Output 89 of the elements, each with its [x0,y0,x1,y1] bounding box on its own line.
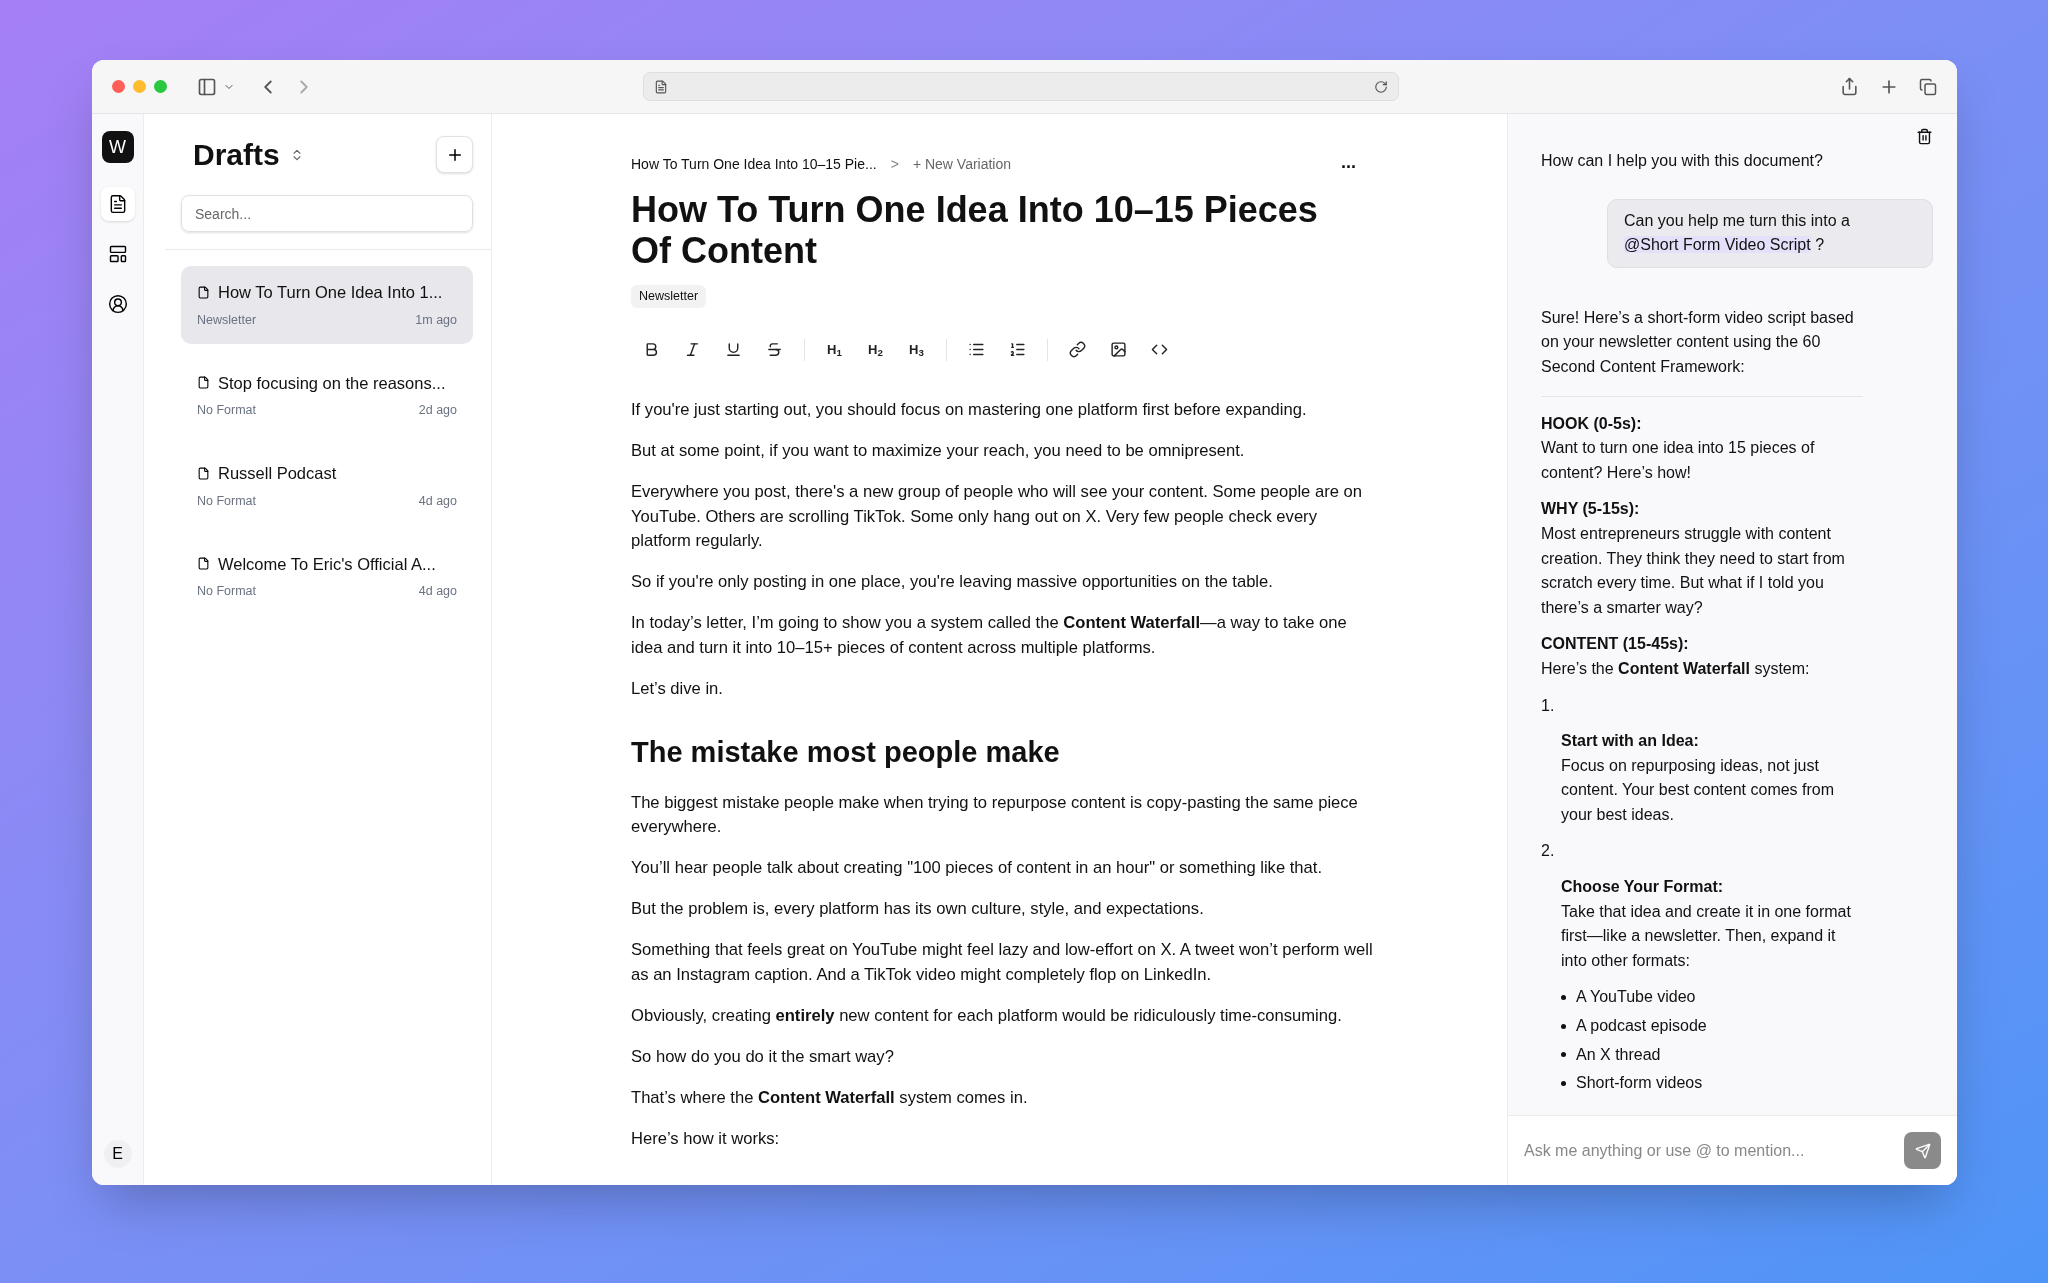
body-paragraph: You’ll hear people talk about creating "100 pieces of content in an hour" or something like that. [631,857,1324,880]
body-paragraph: The biggest mistake people make when trying to repurpose content is copy-pasting the same piece everywhere. [631,791,1359,839]
strikethrough-icon [766,341,783,359]
body-paragraph: Here’s how it works: [631,1128,781,1151]
draft-format: No Format [197,583,257,601]
bullet-item: A podcast episode [1576,1016,1707,1037]
user-circle-icon [107,294,128,314]
body-paragraph: So if you're only posting in one place, you're leaving massive opportunities on the table. [631,571,1274,594]
draft-time: 4d ago [418,583,457,601]
heading-button[interactable]: H$_{2}$ [855,340,896,360]
body-paragraph: But at some point, if you want to maximize your reach, you need to be omnipresent. [631,439,1246,462]
script-section-text: Most entrepreneurs struggle with content creation. They think they need to start from scratch every time. But what if I told you there’s a smarter way? [1541,523,1846,618]
numbered-list-icon [1009,341,1026,359]
step-number: 1. [1541,695,1556,716]
draft-list-item[interactable]: Welcome To Eric's Official A... No Format 4d ago [181,537,473,615]
send-icon [1914,1142,1931,1159]
chat-input[interactable]: Ask me anything or use @ to mention... [1524,1138,1904,1163]
search-field[interactable]: Search... [181,195,473,232]
body-paragraph: In today’s letter, I’m going to show you a system called the Content Waterfall—a way to take one idea and turn it into 10–15+ pieces of content across multiple platforms. [631,612,1348,659]
file-icon [197,557,210,571]
close-window-button[interactable] [112,80,125,93]
assistant-intro: Sure! Here’s a short-form video script based on your newsletter content using the 60 Second Content Framework: [1541,307,1855,377]
body-paragraph: Let’s dive in. [631,678,724,700]
new-variation-link[interactable]: + New Variation [912,154,1012,175]
step-text: Take that idea and create it in one format first—like a newsletter. Then, expand it into other formats: [1561,901,1852,971]
file-icon [197,376,210,390]
sidebar-toggle-icon[interactable] [197,76,217,97]
italic-icon [684,341,701,359]
more-button[interactable]: ... [1341,152,1356,171]
link-icon [1069,341,1086,359]
body-paragraph: But the problem is, every platform has its own culture, style, and expectations. [631,898,1205,921]
draft-title: Welcome To Eric's Official A... [218,553,436,575]
tabs-overview-icon[interactable] [1919,77,1937,96]
delete-icon[interactable] [1916,128,1933,145]
body-paragraph: That’s where the Content Waterfall system comes in. [631,1087,1029,1110]
script-section-heading: HOOK (0-5s): [1541,413,1643,434]
heading-button[interactable]: H$_{1}$ [814,340,855,360]
draft-time: 4d ago [418,492,457,510]
rail-nav-button[interactable] [100,187,135,221]
step-number: 2. [1541,841,1556,862]
draft-title: How To Turn One Idea Into 1... [218,282,443,303]
file-icon [197,285,210,299]
draft-time: 1m ago [415,311,457,329]
send-button[interactable] [1904,1132,1941,1169]
breadcrumb-separator: > [890,155,899,174]
script-section-heading: WHY (5-15s): [1541,499,1641,520]
bullet-item: A YouTube video [1576,987,1696,1008]
format-tag: Newsletter [631,285,707,308]
breadcrumb-link[interactable]: How To Turn One Idea Into 10–15 Pie... [631,154,877,175]
user-message: Can you help me turn this into a @Short Form Video Script ? [1607,198,1933,268]
heading-button[interactable]: H$_{3}$ [896,340,937,360]
body-paragraph: Obviously, creating entirely new content for each platform would be ridiculously time-consuming. [631,1005,1343,1028]
draft-format: No Format [197,492,257,510]
body-paragraph: Everywhere you post, there's a new group of people who will see your content. Some people are on YouTube. Others are scrolling TikTok. Some only hang out on X. Very few people check every platform regularly. [631,480,1363,553]
draft-format: Newsletter [197,311,257,329]
mention-chip: @Short Form Video Script [1624,236,1811,254]
draft-time: 2d ago [418,402,457,420]
body-paragraph: If you're just starting out, you should focus on mastering one platform first before expanding. [631,398,1308,421]
document-title: How To Turn One Idea Into 10–15 Pieces Of Content [631,189,1319,271]
image-icon [1110,341,1127,359]
app-logo: W [101,131,134,163]
draft-title: Stop focusing on the reasons... [218,372,446,394]
step-text: Focus on repurposing ideas, not just content. Your best content comes from your best ideas. [1561,755,1836,825]
script-section-heading: CONTENT (15-45s): [1541,634,1690,655]
bullet-item: Short-form videos [1576,1073,1703,1094]
chat-input-field[interactable]: Ask me anything or use @ to mention... [1508,1115,1957,1185]
underline-icon [725,341,742,359]
assistant-greeting: How can I help you with this document? [1541,151,1824,171]
draft-list-item[interactable]: Russell Podcast No Format 4d ago [181,447,473,525]
layout-icon [107,244,128,264]
step-heading: Start with an Idea: [1561,731,1700,752]
page-icon [654,79,668,94]
draft-list-item[interactable]: How To Turn One Idea Into 1... Newsletter 1m ago [181,266,473,344]
new-draft-button[interactable] [436,136,473,173]
body-paragraph: So how do you do it the smart way? [631,1046,895,1069]
script-section-text: Here’s the Content Waterfall system: [1541,658,1811,679]
drafts-title: Drafts [193,137,280,173]
reload-icon[interactable] [1374,79,1388,94]
section-heading: The mistake most people make [631,735,1061,771]
file-icon [197,466,210,480]
script-section-text: Want to turn one idea into 15 pieces of content? Here’s how! [1541,438,1816,483]
draft-title: Russell Podcast [218,463,337,484]
body-paragraph: Something that feels great on YouTube might feel lazy and low-effort on X. A tweet won’t perform well as an Instagram caption. And a TikTok video might completely flop on LinkedIn. [631,939,1374,987]
bullet-item: An X thread [1576,1044,1661,1065]
user-avatar[interactable]: E [103,1140,132,1168]
draft-list-item[interactable]: Stop focusing on the reasons... No Format 2d ago [181,356,473,434]
draft-format: No Format [197,402,257,420]
share-icon[interactable] [1840,77,1859,96]
step-heading: Choose Your Format: [1561,877,1725,898]
